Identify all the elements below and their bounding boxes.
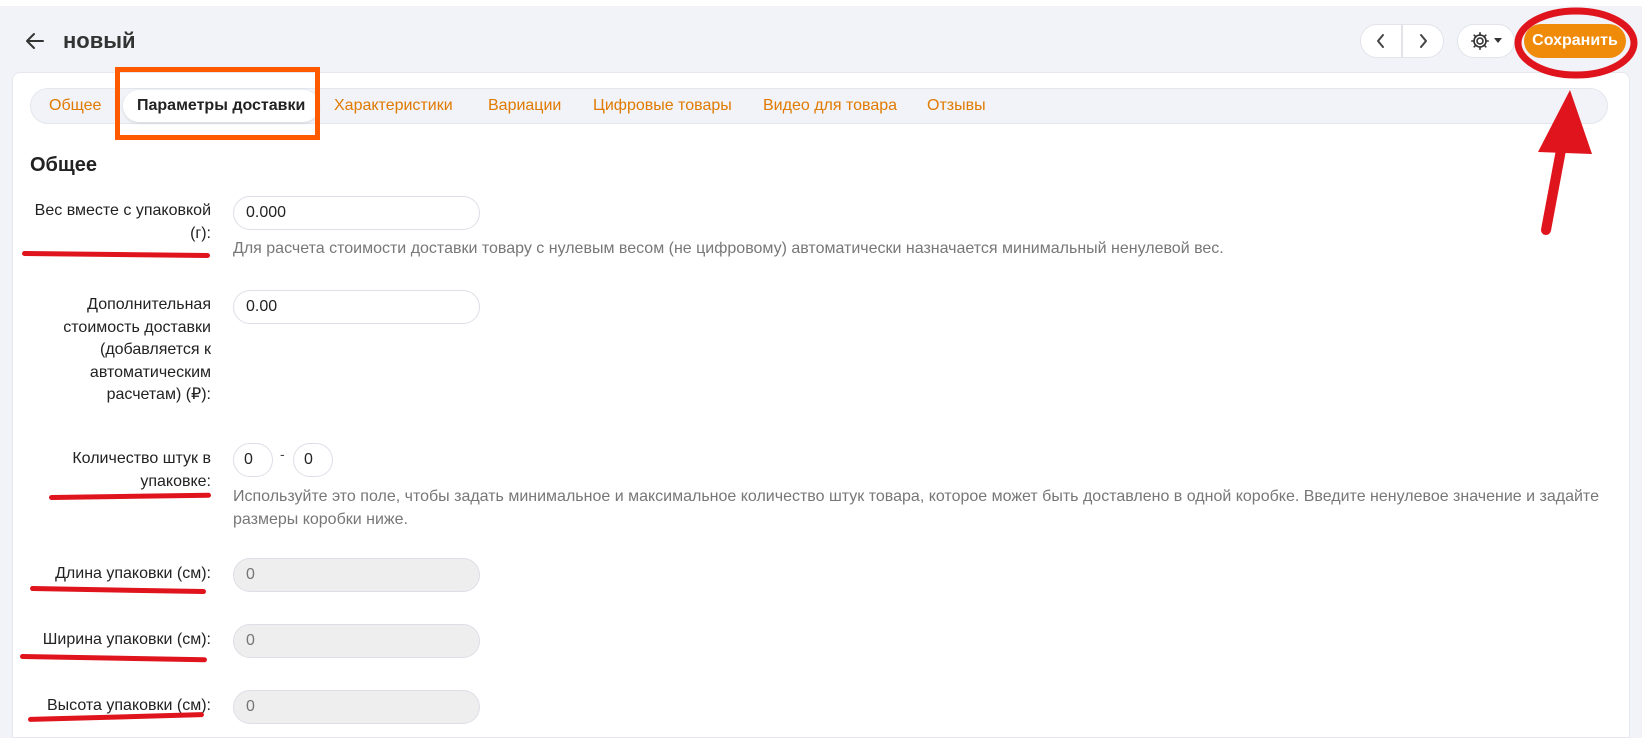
tab-product-video[interactable]: Видео для товара: [763, 89, 897, 123]
tab-shipping-params[interactable]: Параметры доставки: [123, 90, 320, 122]
tab-reviews[interactable]: Отзывы: [927, 89, 986, 123]
next-button[interactable]: [1402, 24, 1444, 58]
tab-general[interactable]: Общее: [49, 89, 101, 123]
qty-min-input[interactable]: [233, 443, 273, 477]
extra-cost-input[interactable]: [233, 290, 480, 324]
extra-cost-label: Дополнительная стоимость доставки (добав…: [63, 296, 211, 403]
length-label: Длина упаковки (см):: [55, 565, 211, 582]
height-input[interactable]: [233, 690, 480, 724]
arrow-left-icon[interactable]: [24, 30, 46, 52]
weight-hint: Для расчета стоимости доставки товару с …: [233, 240, 1224, 257]
tab-bar: Общее Параметры доставки Характеристики …: [30, 88, 1608, 124]
width-input[interactable]: [233, 624, 480, 658]
qty-label: Количество штук в упаковке:: [72, 450, 211, 490]
tab-variations[interactable]: Вариации: [488, 89, 561, 123]
page-title: новый: [63, 28, 136, 53]
save-button[interactable]: Сохранить: [1524, 24, 1626, 58]
qty-max-input[interactable]: [293, 443, 333, 477]
gear-icon: [1471, 31, 1489, 50]
section-title: Общее: [30, 154, 98, 176]
tab-characteristics[interactable]: Характеристики: [334, 89, 453, 123]
qty-separator: -: [280, 446, 285, 462]
settings-dropdown-button[interactable]: [1457, 24, 1515, 58]
length-input[interactable]: [233, 558, 480, 592]
caret-down-icon: [1494, 38, 1502, 43]
weight-label: Вес вместе с упаковкой (г):: [34, 202, 211, 242]
chevron-right-icon: [1420, 34, 1427, 48]
tab-digital-products[interactable]: Цифровые товары: [593, 89, 732, 123]
chevron-left-icon: [1377, 34, 1384, 48]
qty-hint: Используйте это поле, чтобы задать миним…: [233, 488, 1599, 528]
weight-input[interactable]: [233, 196, 480, 230]
width-label: Ширина упаковки (см):: [42, 631, 211, 648]
prev-button[interactable]: [1360, 24, 1402, 58]
